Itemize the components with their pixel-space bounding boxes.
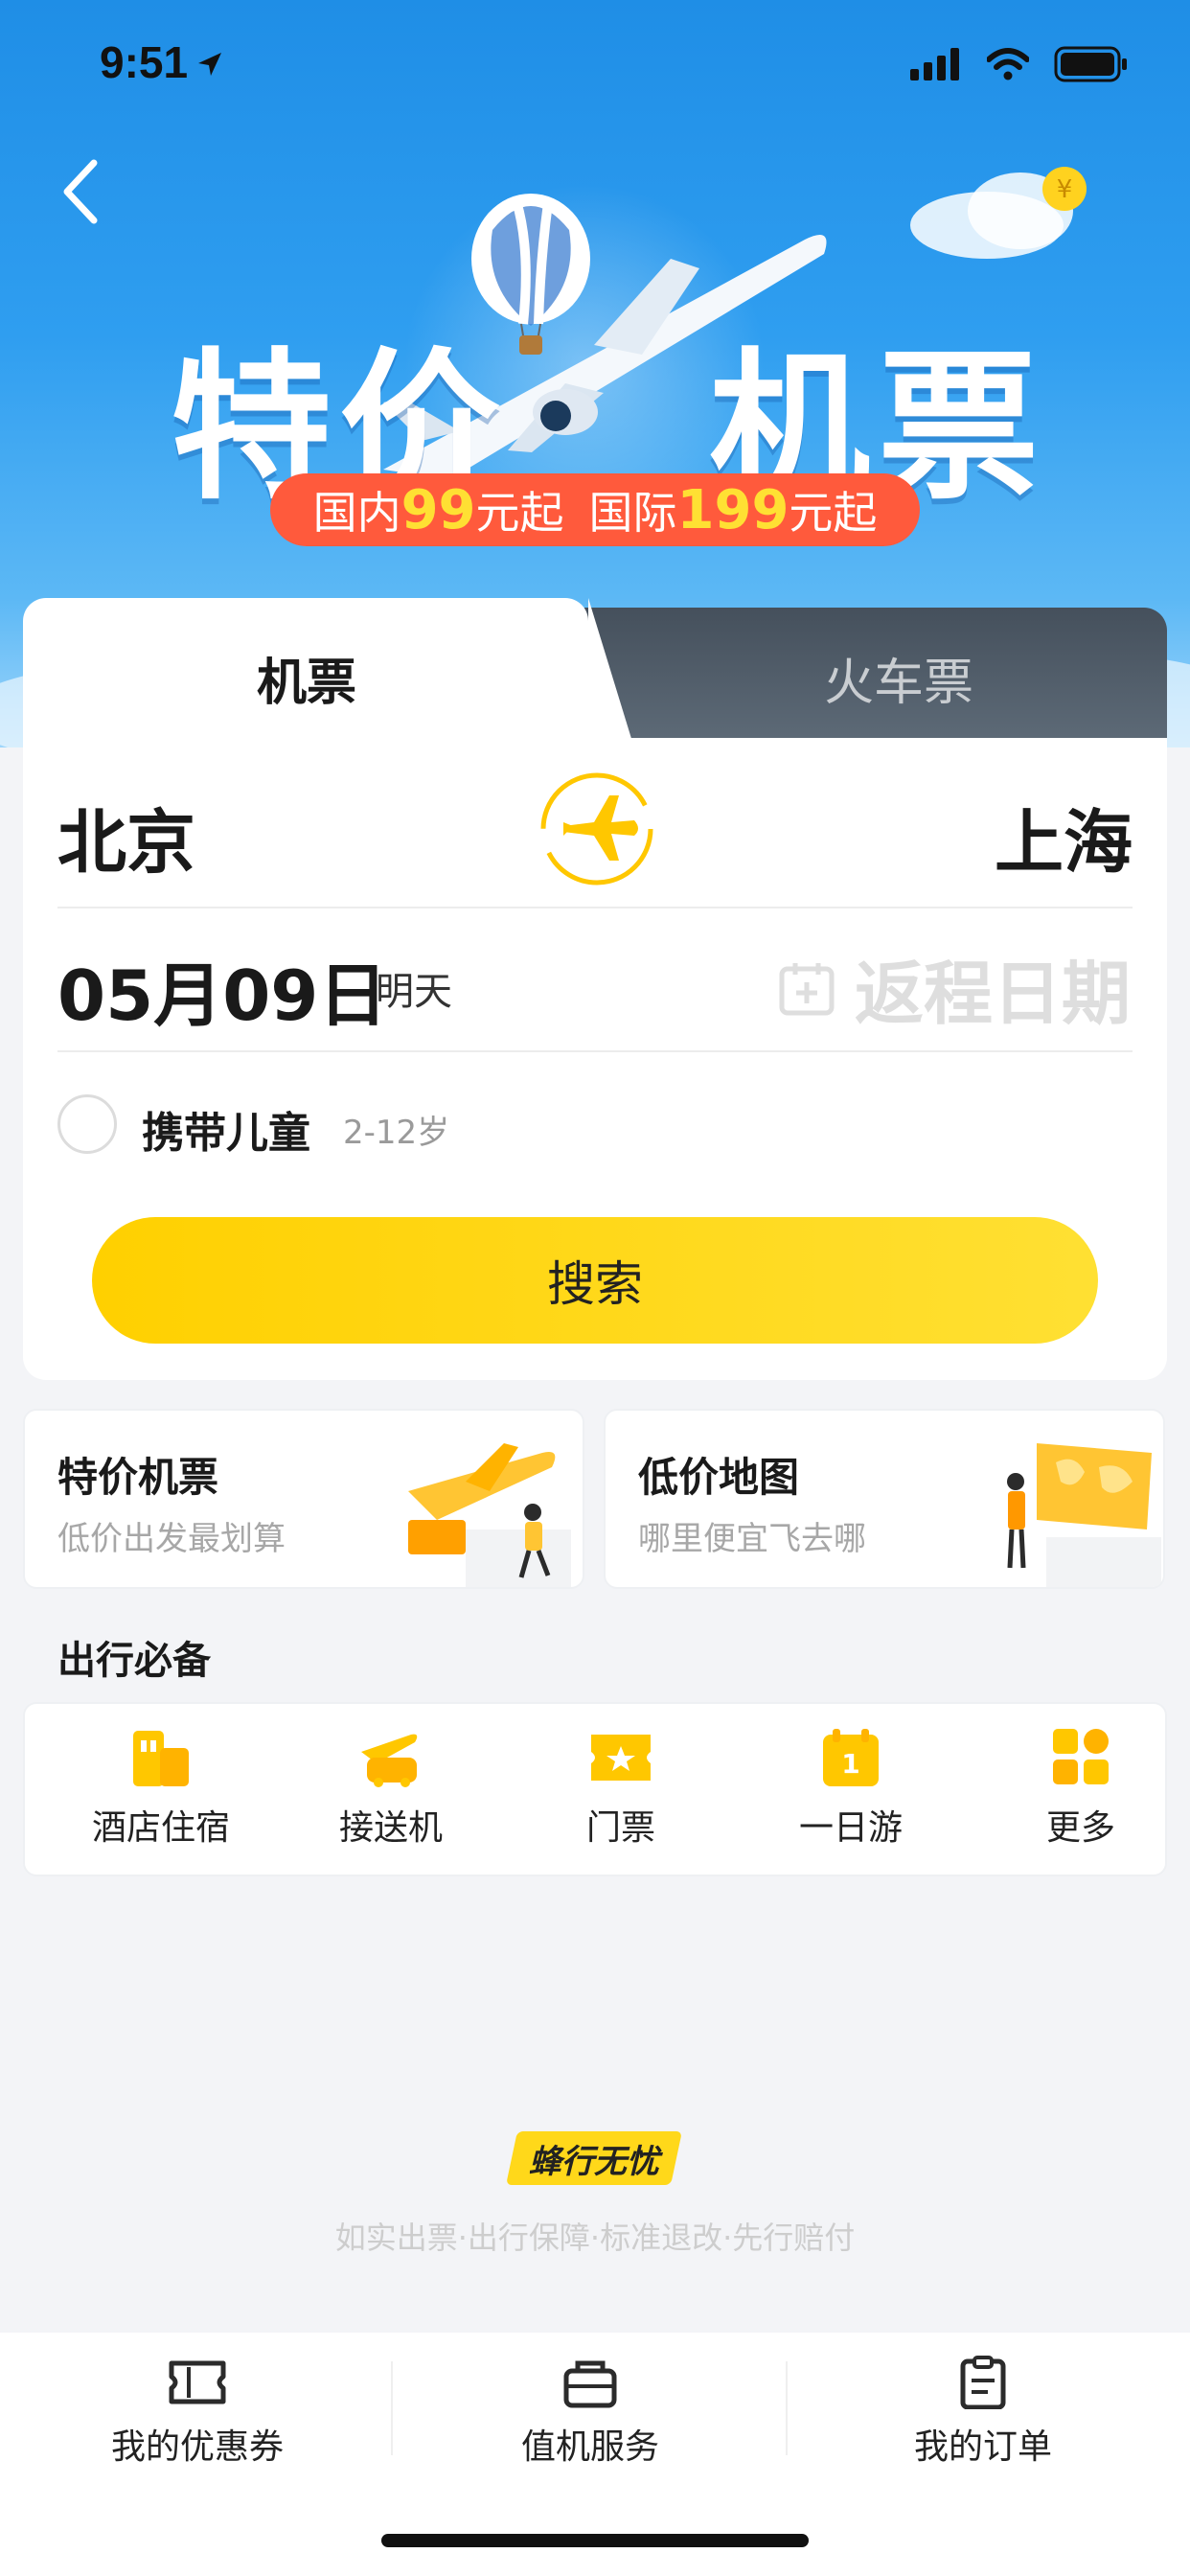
tool-tickets[interactable]: 门票 xyxy=(525,1727,717,1861)
return-date-field[interactable]: 返程日期 xyxy=(778,937,1131,1038)
battery-icon xyxy=(1054,46,1127,82)
status-bar: 9:51 xyxy=(0,0,1190,126)
tool-airport-transfer[interactable]: 接送机 xyxy=(295,1727,487,1861)
nav-separator xyxy=(391,2361,393,2455)
promo-subtitle: 低价出发最划算 xyxy=(57,1520,286,1558)
child-checkbox[interactable] xyxy=(57,1094,117,1154)
location-arrow-icon xyxy=(198,53,221,76)
ticket-type-tabs: 火车票 机票 xyxy=(23,598,1167,742)
divider xyxy=(57,907,1133,908)
promo-card-cheap-flights[interactable]: 特价机票 低价出发最划算 xyxy=(23,1409,584,1589)
date-relative-tag: 明天 xyxy=(376,970,452,1014)
day-tour-icon: 1 xyxy=(823,1729,879,1786)
wifi-icon xyxy=(987,48,1029,80)
nav-coupons[interactable]: 我的优惠券 xyxy=(54,2356,341,2469)
nav-separator xyxy=(786,2361,788,2455)
plane-traveler-illustration xyxy=(408,1443,571,1587)
promo-title: 低价地图 xyxy=(638,1454,800,1501)
domestic-price-text: 国内99元起 xyxy=(312,479,564,541)
hotel-icon xyxy=(133,1731,189,1786)
airport-transfer-icon xyxy=(361,1734,418,1787)
world-map-board-illustration xyxy=(1007,1443,1161,1587)
child-age-hint: 2-12岁 xyxy=(343,1114,450,1152)
promo-subtitle: 哪里便宜飞去哪 xyxy=(638,1520,866,1558)
bottom-nav: 我的优惠券 值机服务 我的订单 xyxy=(0,2333,1190,2576)
guarantee-badge: 蜂行无忧 xyxy=(506,2131,682,2185)
tab-train[interactable]: 火车票 xyxy=(584,608,1167,742)
swap-cities-plane-icon[interactable] xyxy=(535,767,659,891)
child-label: 携带儿童 xyxy=(142,1109,310,1158)
svg-text:¥: ¥ xyxy=(1057,175,1073,204)
divider xyxy=(57,1050,1133,1052)
section-title: 出行必备 xyxy=(57,1639,211,1683)
search-button[interactable]: 搜索 xyxy=(92,1217,1098,1344)
coupon-icon xyxy=(169,2360,226,2404)
departure-city[interactable]: 北京 xyxy=(57,786,195,886)
booking-card: 北京 上海 05月09日 明天 返程日期 携带儿童 2-12岁 搜索 xyxy=(23,738,1167,1380)
international-price-text: 国际199元起 xyxy=(588,479,878,541)
calendar-add-icon xyxy=(779,962,835,1015)
tab-flight[interactable]: 机票 xyxy=(23,598,632,742)
back-chevron-icon[interactable] xyxy=(52,153,109,230)
promo-title: 特价机票 xyxy=(57,1454,219,1501)
tool-more[interactable]: 更多 xyxy=(985,1727,1177,1861)
check-in-icon xyxy=(563,2360,617,2408)
arrival-city[interactable]: 上海 xyxy=(995,786,1133,886)
nav-check-in[interactable]: 值机服务 xyxy=(446,2356,734,2469)
order-icon xyxy=(960,2356,1006,2409)
promo-card-low-price-map[interactable]: 低价地图 哪里便宜飞去哪 xyxy=(604,1409,1165,1589)
coin-icon: ¥ xyxy=(1042,167,1087,211)
tool-hotel[interactable]: 酒店住宿 xyxy=(65,1727,257,1861)
nav-orders[interactable]: 我的订单 xyxy=(839,2356,1127,2469)
cellular-signal-icon xyxy=(910,48,959,80)
hero-price-pill: 国内99元起 国际199元起 xyxy=(270,473,920,546)
travel-essentials-grid: 酒店住宿 接送机 门票 1 一日游 更多 xyxy=(23,1702,1167,1876)
home-indicator xyxy=(381,2534,809,2547)
status-time: 9:51 xyxy=(100,37,189,87)
more-grid-icon xyxy=(1053,1729,1109,1784)
ticket-icon xyxy=(591,1735,651,1781)
svg-text:1: 1 xyxy=(841,1748,859,1780)
departure-date[interactable]: 05月09日 xyxy=(57,939,387,1040)
guarantee-text: 如实出票·出行保障·标准退改·先行赔付 xyxy=(334,2220,856,2256)
tool-day-tour[interactable]: 1 一日游 xyxy=(755,1727,947,1861)
